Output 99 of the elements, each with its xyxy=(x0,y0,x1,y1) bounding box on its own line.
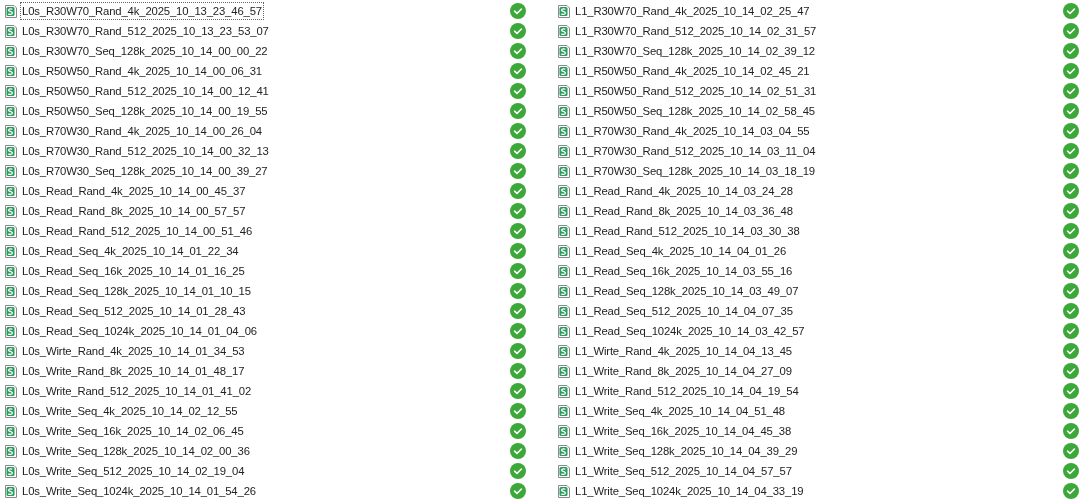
file-name[interactable]: L0s_Write_Seq_16k_2025_10_14_02_06_45 xyxy=(21,423,245,439)
file-name[interactable]: L0s_R50W50_Seq_128k_2025_10_14_00_19_55 xyxy=(21,103,269,119)
file-name[interactable]: L1_R30W70_Rand_512_2025_10_14_02_31_57 xyxy=(574,23,818,39)
file-name[interactable]: L0s_Read_Seq_16k_2025_10_14_01_16_25 xyxy=(21,263,246,279)
file-name[interactable]: L1_Wirte_Rand_4k_2025_10_14_04_13_45 xyxy=(574,343,793,359)
spreadsheet-file-icon xyxy=(557,83,571,99)
spreadsheet-file-icon xyxy=(557,43,571,59)
file-name[interactable]: L1_Read_Seq_1024k_2025_10_14_03_42_57 xyxy=(574,323,806,339)
file-name[interactable]: L1_R50W50_Rand_4k_2025_10_14_02_45_21 xyxy=(574,63,811,79)
file-name[interactable]: L0s_Read_Rand_512_2025_10_14_00_51_46 xyxy=(21,223,254,239)
file-name[interactable]: L0s_R30W70_Rand_512_2025_10_13_23_53_07 xyxy=(21,23,270,39)
file-name[interactable]: L0s_Write_Seq_4k_2025_10_14_02_12_55 xyxy=(21,403,239,419)
file-name[interactable]: L0s_Wirte_Rand_4k_2025_10_14_01_34_53 xyxy=(21,343,246,359)
spreadsheet-file-icon xyxy=(4,143,18,159)
spreadsheet-file-icon xyxy=(4,183,18,199)
spreadsheet-file-icon xyxy=(4,403,18,419)
spreadsheet-file-icon xyxy=(4,363,18,379)
file-name[interactable]: L1_Write_Rand_8k_2025_10_14_04_27_09 xyxy=(574,363,793,379)
file-name[interactable]: L1_Write_Seq_16k_2025_10_14_04_45_38 xyxy=(574,423,793,439)
file-name[interactable]: L1_Read_Seq_4k_2025_10_14_04_01_26 xyxy=(574,243,787,259)
spreadsheet-file-icon xyxy=(557,3,571,19)
spreadsheet-file-icon xyxy=(557,363,571,379)
spreadsheet-file-icon xyxy=(4,463,18,479)
spreadsheet-file-icon xyxy=(557,103,571,119)
file-name[interactable]: L0s_R50W50_Rand_4k_2025_10_14_00_06_31 xyxy=(21,63,263,79)
file-name[interactable]: L0s_Read_Seq_128k_2025_10_14_01_10_15 xyxy=(21,283,252,299)
file-name[interactable]: L0s_R70W30_Rand_4k_2025_10_14_00_26_04 xyxy=(21,123,263,139)
spreadsheet-file-icon xyxy=(4,163,18,179)
file-name[interactable]: L0s_R30W70_Seq_128k_2025_10_14_00_00_22 xyxy=(21,43,269,59)
spreadsheet-file-icon xyxy=(557,143,571,159)
spreadsheet-file-icon xyxy=(4,223,18,239)
spreadsheet-file-icon xyxy=(557,283,571,299)
file-name[interactable]: L1_R70W30_Rand_4k_2025_10_14_03_04_55 xyxy=(574,123,811,139)
spreadsheet-file-icon xyxy=(4,343,18,359)
spreadsheet-file-icon xyxy=(4,63,18,79)
file-name[interactable]: L1_Write_Seq_128k_2025_10_14_04_39_29 xyxy=(574,443,799,459)
file-name[interactable]: L1_Read_Rand_4k_2025_10_14_03_24_28 xyxy=(574,183,794,199)
file-name[interactable]: L1_R50W50_Seq_128k_2025_10_14_02_58_45 xyxy=(574,103,816,119)
spreadsheet-file-icon xyxy=(4,443,18,459)
file-name[interactable]: L0s_Write_Rand_8k_2025_10_14_01_48_17 xyxy=(21,363,246,379)
spreadsheet-file-icon xyxy=(557,383,571,399)
spreadsheet-file-icon xyxy=(557,223,571,239)
spreadsheet-file-icon xyxy=(557,263,571,279)
file-name[interactable]: L0s_R70W30_Rand_512_2025_10_14_00_32_13 xyxy=(21,143,270,159)
file-name[interactable]: L1_Read_Seq_512_2025_10_14_04_07_35 xyxy=(574,303,794,319)
file-name[interactable]: L1_R70W30_Seq_128k_2025_10_14_03_18_19 xyxy=(574,163,816,179)
spreadsheet-file-icon xyxy=(557,203,571,219)
spreadsheet-file-icon xyxy=(4,323,18,339)
spreadsheet-file-icon xyxy=(4,83,18,99)
file-name[interactable]: L0s_Read_Seq_1024k_2025_10_14_01_04_06 xyxy=(21,323,258,339)
spreadsheet-file-icon xyxy=(557,303,571,319)
file-name[interactable]: L1_R70W30_Rand_512_2025_10_14_03_11_04 xyxy=(574,143,817,159)
file-name[interactable]: L1_Write_Seq_1024k_2025_10_14_04_33_19 xyxy=(574,483,805,499)
spreadsheet-file-icon xyxy=(4,423,18,439)
spreadsheet-file-icon xyxy=(557,483,571,499)
spreadsheet-file-icon xyxy=(557,63,571,79)
spreadsheet-file-icon xyxy=(4,23,18,39)
file-name[interactable]: L0s_Write_Seq_1024k_2025_10_14_01_54_26 xyxy=(21,483,257,499)
file-name[interactable]: L1_Read_Rand_512_2025_10_14_03_30_38 xyxy=(574,223,801,239)
file-name[interactable]: L0s_Read_Rand_8k_2025_10_14_00_57_57 xyxy=(21,203,247,219)
file-name[interactable]: L1_Write_Rand_512_2025_10_14_04_19_54 xyxy=(574,383,800,399)
spreadsheet-file-icon xyxy=(4,243,18,259)
file-name[interactable]: L1_Write_Seq_512_2025_10_14_04_57_57 xyxy=(574,463,793,479)
spreadsheet-file-icon xyxy=(557,463,571,479)
file-name[interactable]: L0s_Read_Seq_512_2025_10_14_01_28_43 xyxy=(21,303,247,319)
spreadsheet-file-icon xyxy=(557,443,571,459)
file-name[interactable]: L1_R30W70_Rand_4k_2025_10_14_02_25_47 xyxy=(574,3,811,19)
file-name[interactable]: L1_Read_Seq_16k_2025_10_14_03_55_16 xyxy=(574,263,794,279)
spreadsheet-file-icon xyxy=(557,23,571,39)
spreadsheet-file-icon xyxy=(4,43,18,59)
file-name[interactable]: L1_Write_Seq_4k_2025_10_14_04_51_48 xyxy=(574,403,786,419)
file-name[interactable]: L1_R50W50_Rand_512_2025_10_14_02_51_31 xyxy=(574,83,818,99)
file-name[interactable]: L0s_Write_Rand_512_2025_10_14_01_41_02 xyxy=(21,383,253,399)
spreadsheet-file-icon xyxy=(557,183,571,199)
spreadsheet-file-icon xyxy=(557,163,571,179)
file-name[interactable]: L0s_Write_Seq_512_2025_10_14_02_19_04 xyxy=(21,463,246,479)
spreadsheet-file-icon xyxy=(557,123,571,139)
spreadsheet-file-icon xyxy=(557,403,571,419)
file-name[interactable]: L1_R30W70_Seq_128k_2025_10_14_02_39_12 xyxy=(574,43,816,59)
spreadsheet-file-icon xyxy=(557,323,571,339)
file-name[interactable]: L0s_Read_Rand_4k_2025_10_14_00_45_37 xyxy=(21,183,247,199)
spreadsheet-file-icon xyxy=(4,203,18,219)
spreadsheet-file-icon xyxy=(4,303,18,319)
file-name[interactable]: L0s_Write_Seq_128k_2025_10_14_02_00_36 xyxy=(21,443,251,459)
spreadsheet-file-icon xyxy=(4,483,18,499)
spreadsheet-file-icon xyxy=(4,383,18,399)
file-name[interactable]: L0s_Read_Seq_4k_2025_10_14_01_22_34 xyxy=(21,243,240,259)
spreadsheet-file-icon xyxy=(4,3,18,19)
spreadsheet-file-icon xyxy=(4,103,18,119)
spreadsheet-file-icon xyxy=(4,283,18,299)
file-name[interactable]: L1_Read_Seq_128k_2025_10_14_03_49_07 xyxy=(574,283,800,299)
spreadsheet-file-icon xyxy=(557,343,571,359)
file-name[interactable]: L0s_R70W30_Seq_128k_2025_10_14_00_39_27 xyxy=(21,163,269,179)
spreadsheet-file-icon xyxy=(557,423,571,439)
file-name[interactable]: L0s_R50W50_Rand_512_2025_10_14_00_12_41 xyxy=(21,83,270,99)
spreadsheet-file-icon xyxy=(4,263,18,279)
spreadsheet-file-icon xyxy=(557,243,571,259)
file-name[interactable]: L1_Read_Rand_8k_2025_10_14_03_36_48 xyxy=(574,203,794,219)
spreadsheet-file-icon xyxy=(4,123,18,139)
